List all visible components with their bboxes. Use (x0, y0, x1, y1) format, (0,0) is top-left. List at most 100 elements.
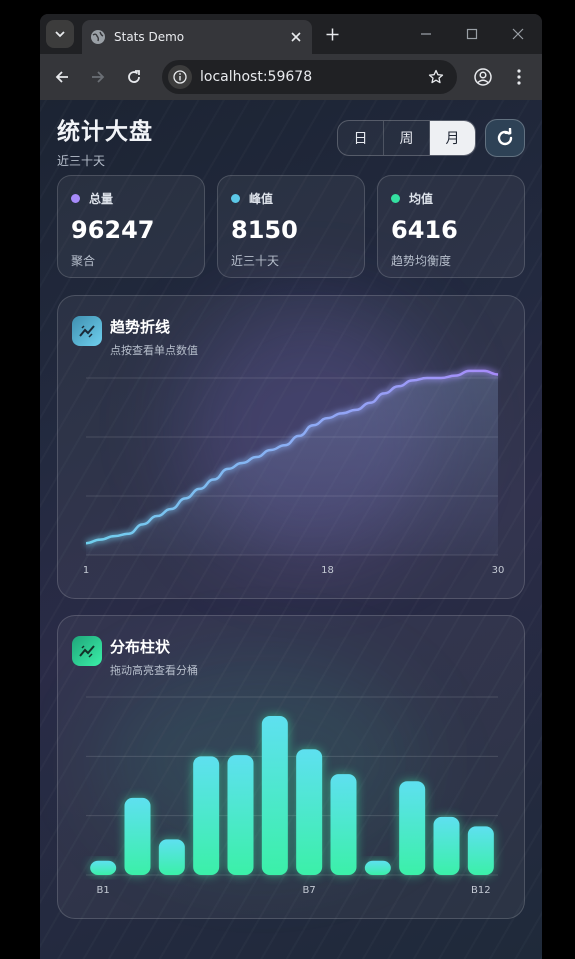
close-window-button[interactable] (508, 24, 528, 44)
trend-point-27[interactable] (450, 371, 460, 381)
browser-window: Stats Demo localhost:59678 统计大盘 近三十天 日 周… (40, 14, 542, 959)
maximize-icon (466, 28, 478, 40)
bar-B8[interactable] (330, 774, 357, 875)
trend-point-4[interactable] (124, 529, 134, 539)
trend-point-3[interactable] (109, 531, 119, 541)
address-bar[interactable]: localhost:59678 (162, 60, 457, 94)
average-dot (391, 194, 400, 203)
trend-point-12[interactable] (237, 458, 247, 468)
page-content: 统计大盘 近三十天 日 周 月 总量 96247 聚合 峰值 8150 近三十天… (40, 100, 542, 959)
trend-point-25[interactable] (422, 373, 432, 383)
stat-card-average: 均值 6416 趋势均衡度 (377, 175, 525, 278)
trend-point-29[interactable] (479, 366, 489, 376)
trend-point-6[interactable] (152, 511, 162, 521)
trend-point-11[interactable] (223, 464, 233, 474)
card-title: 分布柱状 (110, 638, 171, 656)
info-icon (173, 70, 187, 84)
stat-value: 96247 (71, 216, 155, 244)
star-icon (428, 69, 444, 84)
close-icon (512, 28, 524, 40)
trend-icon (79, 325, 95, 338)
trend-point-26[interactable] (436, 373, 446, 383)
bar-B12[interactable] (467, 826, 494, 875)
trend-point-9[interactable] (195, 484, 205, 494)
trend-point-19[interactable] (337, 408, 347, 418)
reload-button[interactable] (122, 65, 146, 89)
trend-point-28[interactable] (465, 366, 475, 376)
bar-B3[interactable] (158, 839, 185, 875)
bar-B11[interactable] (433, 816, 460, 875)
profile-icon (474, 68, 492, 86)
card-title: 趋势折线 (110, 318, 171, 336)
bar-B4[interactable] (193, 756, 220, 875)
minimize-button[interactable] (416, 24, 436, 44)
page-title: 统计大盘 (57, 119, 153, 145)
browser-toolbar: localhost:59678 (40, 54, 542, 100)
x-tick-label: 18 (321, 565, 334, 576)
peak-dot (231, 194, 240, 203)
trend-point-30[interactable] (493, 369, 503, 379)
trend-point-2[interactable] (95, 535, 105, 545)
refresh-button[interactable] (485, 119, 525, 157)
minimize-icon (421, 33, 431, 35)
trend-point-1[interactable] (81, 538, 91, 548)
bar-B1[interactable] (90, 860, 117, 875)
stat-note: 聚合 (71, 254, 96, 268)
trend-point-8[interactable] (180, 493, 190, 503)
trend-point-22[interactable] (379, 388, 389, 398)
x-tick-label: B7 (303, 885, 316, 896)
bar-B7[interactable] (296, 749, 323, 875)
trend-point-21[interactable] (365, 398, 375, 408)
bar-B5[interactable] (227, 755, 254, 875)
trend-point-24[interactable] (408, 375, 418, 385)
trend-point-14[interactable] (266, 445, 276, 455)
browser-tab[interactable]: Stats Demo (82, 20, 312, 54)
refresh-icon (497, 128, 513, 146)
trend-point-16[interactable] (294, 431, 304, 441)
bookmark-button[interactable] (425, 66, 447, 88)
x-tick-label: 30 (492, 565, 505, 576)
globe-icon (91, 30, 105, 44)
maximize-button[interactable] (462, 24, 482, 44)
new-tab-button[interactable] (322, 24, 342, 44)
tab-search-button[interactable] (46, 20, 74, 48)
x-tick-label: 1 (83, 565, 89, 576)
stat-card-total: 总量 96247 聚合 (57, 175, 205, 278)
distribution-bar-card: B1 B7 B12 分布柱状 拖动高亮查看分桶 (57, 615, 525, 919)
trend-line-card: 1 18 30 趋势折线 点按查看单点数值 (57, 295, 525, 599)
stat-label: 均值 (409, 192, 434, 206)
bar-B6[interactable] (261, 715, 288, 875)
bar-B2[interactable] (124, 797, 151, 875)
bar-B9[interactable] (364, 860, 391, 875)
profile-button[interactable] (471, 65, 495, 89)
close-icon (291, 32, 301, 42)
range-tab-month[interactable]: 月 (430, 121, 475, 155)
tab-strip: Stats Demo (40, 14, 542, 54)
trend-point-23[interactable] (394, 381, 404, 391)
trend-point-10[interactable] (209, 474, 219, 484)
card-icon (72, 636, 102, 666)
menu-button[interactable] (507, 65, 531, 89)
close-tab-button[interactable] (286, 27, 306, 47)
range-tab-day[interactable]: 日 (338, 121, 384, 155)
trend-point-15[interactable] (280, 440, 290, 450)
more-vert-icon (517, 69, 521, 85)
page-header: 统计大盘 近三十天 (57, 112, 153, 169)
site-info-button[interactable] (168, 65, 192, 89)
trend-point-17[interactable] (308, 420, 318, 430)
stat-label: 峰值 (249, 192, 274, 206)
bar-B10[interactable] (399, 781, 426, 875)
stat-note: 趋势均衡度 (391, 254, 452, 268)
trend-icon (79, 645, 95, 658)
trend-area (86, 370, 498, 555)
trend-point-20[interactable] (351, 405, 361, 415)
back-button[interactable] (50, 65, 74, 89)
range-tab-week[interactable]: 周 (384, 121, 430, 155)
back-arrow-icon (55, 71, 68, 83)
forward-arrow-icon (92, 71, 105, 83)
trend-point-18[interactable] (323, 413, 333, 423)
trend-point-5[interactable] (138, 519, 148, 529)
forward-button[interactable] (86, 65, 110, 89)
trend-point-7[interactable] (166, 504, 176, 514)
trend-point-13[interactable] (251, 452, 261, 462)
